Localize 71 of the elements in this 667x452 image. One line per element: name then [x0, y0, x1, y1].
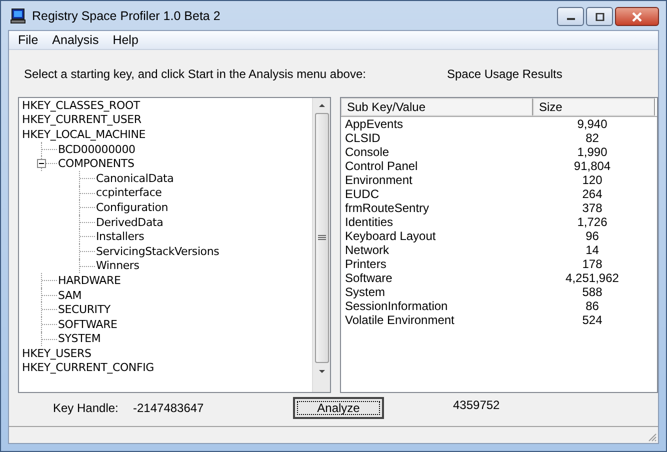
table-cell-text: 588 — [581, 285, 604, 299]
table-cell-text: Control Panel — [344, 159, 419, 173]
table-cell-text: SessionInformation — [344, 299, 449, 313]
tree-item[interactable]: Installers — [95, 230, 144, 244]
table-cell-text: 86 — [584, 299, 600, 313]
instruction-text: Select a starting key, and click Start in the Analysis menu above: — [24, 67, 367, 83]
table-cell-text: 82 — [584, 131, 600, 145]
table-cell-text: Console — [344, 145, 390, 159]
table-cell-text: EUDC — [344, 187, 380, 201]
column-header[interactable]: Sub Key/Value — [341, 98, 533, 116]
tree-item[interactable]: HKEY_CURRENT_USER — [21, 113, 142, 126]
tree-item[interactable]: HKEY_CURRENT_CONFIG — [21, 361, 154, 374]
tree-item[interactable]: COMPONENTS — [57, 157, 134, 170]
tree-item[interactable]: DerivedData — [95, 216, 164, 229]
tree-item[interactable]: ServicingStackVersions — [95, 244, 220, 258]
table-cell-text: CLSID — [344, 131, 382, 145]
table-cell-text: 1,726 — [576, 215, 608, 229]
menu-item[interactable]: File — [11, 33, 46, 47]
tree-item[interactable]: BCD00000000 — [57, 142, 136, 156]
key-handle-label: Key Handle: — [53, 401, 120, 415]
tree-item[interactable]: SAM — [57, 288, 82, 302]
tree-item[interactable]: SECURITY — [57, 303, 110, 316]
table-cell-text: 178 — [581, 257, 604, 271]
table-cell-text: Network — [344, 243, 390, 257]
tree-item[interactable]: ccpinterface — [95, 186, 162, 200]
table-cell-text: 91,804 — [572, 159, 612, 173]
window-title: Registry Space Profiler 1.0 Beta 2 — [32, 8, 222, 22]
table-cell-text: Software — [344, 271, 394, 285]
minimize-button[interactable] — [557, 7, 584, 26]
table-cell-text: System — [344, 285, 386, 299]
table-cell-text: 120 — [581, 173, 604, 187]
table-cell-text: AppEvents — [344, 117, 404, 131]
table-cell-text: 264 — [581, 187, 604, 201]
close-button[interactable] — [615, 7, 659, 26]
table-cell-text: 1,990 — [576, 145, 608, 159]
table-cell-text: Environment — [344, 173, 414, 187]
table-cell-text: Keyboard Layout — [344, 229, 437, 243]
menu-item[interactable]: Analysis — [45, 33, 106, 47]
maximize-button[interactable] — [586, 7, 613, 26]
column-header[interactable]: Size — [533, 98, 655, 116]
tree-item[interactable]: CanonicalData — [95, 172, 174, 185]
table-cell-text: 14 — [584, 243, 600, 257]
resize-grip-icon[interactable] — [647, 432, 657, 442]
tree-item[interactable]: HKEY_CLASSES_ROOT — [21, 98, 140, 112]
table-cell-text: 524 — [581, 313, 604, 327]
vertical-scrollbar[interactable] — [312, 98, 330, 392]
table-cell-text: 4,251,962 — [564, 271, 620, 285]
analyze-button[interactable]: Analyze — [293, 397, 384, 419]
table-cell-text: Identities — [344, 215, 394, 229]
key-handle-value: -2147483647 — [133, 401, 205, 415]
scroll-thumb[interactable] — [314, 113, 328, 363]
tree-item[interactable]: HARDWARE — [57, 274, 121, 287]
collapse-icon[interactable] — [37, 159, 46, 168]
computer-icon — [10, 8, 26, 24]
table-cell-text: 9,940 — [576, 117, 608, 131]
table-cell-text: Volatile Environment — [344, 313, 456, 327]
tree-item[interactable]: HKEY_USERS — [21, 346, 92, 360]
maximize-icon — [594, 12, 604, 20]
table-cell-text: frmRouteSentry — [344, 201, 430, 215]
table-cell-text: Printers — [344, 257, 388, 271]
table-cell-text: 96 — [584, 229, 600, 243]
total-size-value: 4359752 — [453, 398, 500, 412]
tree-item[interactable]: Configuration — [95, 200, 168, 214]
tree-item[interactable]: Winners — [95, 259, 140, 272]
table-cell-text: 378 — [581, 201, 604, 215]
tree-item[interactable]: HKEY_LOCAL_MACHINE — [21, 128, 146, 141]
tree-item[interactable]: SYSTEM — [57, 332, 101, 346]
close-icon — [631, 12, 643, 22]
tree-item[interactable]: SOFTWARE — [57, 318, 118, 331]
menu-item[interactable]: Help — [106, 33, 146, 47]
results-label: Space Usage Results — [447, 67, 562, 83]
